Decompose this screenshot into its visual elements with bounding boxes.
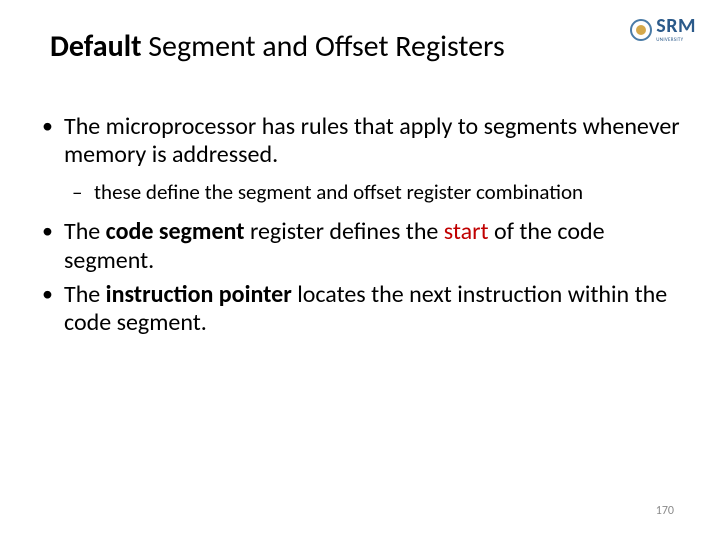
bullet-1: The microprocessor has rules that apply … [38, 113, 682, 170]
title-bold: Default [50, 28, 141, 65]
b2-bold-code-segment: code segment [106, 217, 245, 246]
bullet-1-sub: these define the segment and offset regi… [38, 180, 682, 205]
b3-bold-instruction-pointer: instruction pointer [106, 280, 292, 309]
bullet-2: The code segment register defines the st… [38, 218, 682, 275]
slide-title: Default Segment and Offset Registers [50, 28, 682, 65]
bullet-3: The instruction pointer locates the next… [38, 281, 682, 338]
logo-text-block: SRM UNIVERSITY [656, 16, 696, 43]
logo-emblem-icon [630, 19, 652, 41]
b2-mid1: register defines the [245, 217, 444, 246]
b3-pre: The [64, 280, 106, 309]
logo-text: SRM [656, 16, 696, 36]
b2-red-start: start [444, 217, 489, 246]
b2-pre: The [64, 217, 106, 246]
title-rest: Segment and Offset Registers [141, 28, 504, 65]
slide: SRM UNIVERSITY Default Segment and Offse… [0, 0, 720, 540]
bullet-list: The microprocessor has rules that apply … [38, 113, 682, 338]
page-number: 170 [656, 504, 674, 518]
university-logo: SRM UNIVERSITY [630, 16, 696, 43]
